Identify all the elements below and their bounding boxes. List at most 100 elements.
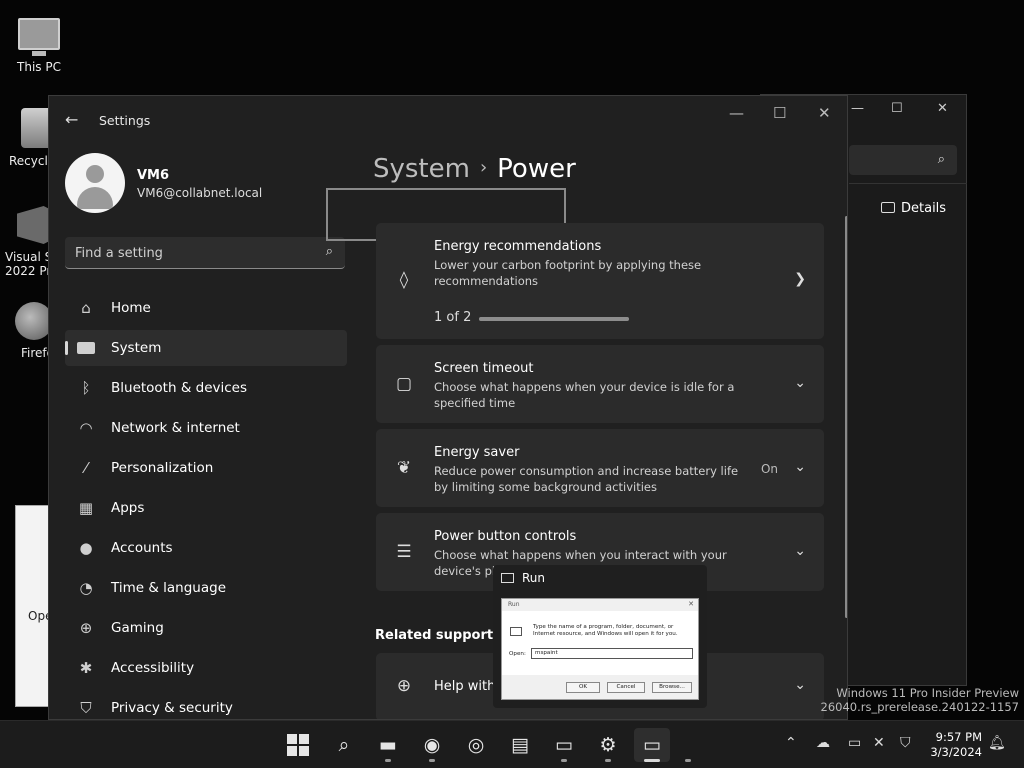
- start-button[interactable]: [280, 728, 316, 762]
- sidebar-item-apps[interactable]: ▦ Apps: [65, 490, 347, 526]
- close-icon[interactable]: ✕: [818, 104, 831, 122]
- taskbar-firefox[interactable]: ◉: [414, 728, 450, 762]
- maximize-icon[interactable]: ☐: [773, 104, 786, 122]
- sidebar-item-accounts[interactable]: ● Accounts: [65, 530, 347, 566]
- details-button[interactable]: Details: [881, 201, 946, 216]
- taskbar-settings[interactable]: ⚙: [590, 728, 626, 762]
- taskbar-file-explorer[interactable]: ▬: [370, 728, 406, 762]
- close-icon[interactable]: ✕: [937, 101, 948, 116]
- chevron-up-icon[interactable]: ⌃: [785, 735, 797, 751]
- title-bar[interactable]: ← Settings — ☐ ✕: [49, 96, 847, 144]
- monitor-icon: [18, 18, 60, 56]
- shield-icon[interactable]: ⛉: [900, 735, 911, 751]
- gamepad-icon: ⊕: [79, 619, 93, 637]
- close-icon: ✕: [688, 600, 694, 608]
- apps-icon: ▦: [78, 499, 94, 517]
- card-description: Reduce power consumption and increase ba…: [434, 464, 739, 494]
- desktop-icon-this-pc[interactable]: This PC: [1, 8, 77, 74]
- taskbar-task-manager[interactable]: ▤: [502, 728, 538, 762]
- card-title: Power button controls: [434, 529, 577, 544]
- card-title: Energy recommendations: [434, 239, 602, 254]
- sidebar-item-network[interactable]: ◠ Network & internet: [65, 410, 347, 446]
- user-name: VM6: [137, 168, 170, 183]
- taskbar-app[interactable]: ▭: [546, 728, 582, 762]
- energy-recommendations-card[interactable]: ◊ Energy recommendations Lower your carb…: [376, 223, 824, 339]
- minimize-icon[interactable]: —: [729, 104, 744, 122]
- open-input: mspaint: [531, 648, 693, 659]
- chevron-right-icon: ❯: [794, 271, 806, 287]
- avatar[interactable]: [65, 153, 125, 213]
- background-search-box[interactable]: ⌕: [849, 145, 957, 175]
- search-input[interactable]: [75, 243, 305, 263]
- sidebar-item-time-language[interactable]: ◔ Time & language: [65, 570, 347, 606]
- os-watermark: Windows 11 Pro Insider Preview 26040.rs_…: [821, 686, 1019, 714]
- display-icon[interactable]: ▭: [848, 735, 861, 751]
- background-window-left[interactable]: Ope: [15, 505, 52, 707]
- sidebar-item-label: Home: [111, 300, 151, 316]
- cancel-button: Cancel: [607, 682, 645, 693]
- energy-saver-leaf-icon: ❦: [396, 458, 412, 478]
- sidebar-item-system[interactable]: System: [65, 330, 347, 366]
- taskbar-extra[interactable]: [678, 728, 698, 762]
- person-icon: ●: [79, 539, 93, 557]
- minimize-icon[interactable]: —: [851, 101, 864, 116]
- volume-muted-icon[interactable]: ✕: [873, 735, 885, 751]
- chevron-down-icon[interactable]: ⌄: [794, 375, 806, 391]
- screen-timeout-card[interactable]: ▢ Screen timeout Choose what happens whe…: [376, 345, 824, 423]
- brush-icon: ⁄: [84, 459, 88, 477]
- chrome-icon: ◎: [467, 734, 485, 756]
- breadcrumb-parent[interactable]: System: [373, 154, 470, 184]
- sidebar-item-home[interactable]: ⌂ Home: [65, 290, 347, 326]
- app-title: Settings: [99, 113, 151, 128]
- taskbar-run[interactable]: ▭: [634, 728, 670, 762]
- status-text: On: [760, 462, 778, 476]
- firefox-icon: ◉: [423, 734, 441, 756]
- card-description: Choose what happens when your device is …: [434, 380, 735, 410]
- sidebar-item-personalization[interactable]: ⁄ Personalization: [65, 450, 347, 486]
- maximize-icon[interactable]: ☐: [891, 101, 903, 116]
- notification-bell-icon[interactable]: 🔔︎: [988, 735, 1006, 751]
- sidebar-item-label: Personalization: [111, 460, 214, 476]
- chevron-right-icon: ›: [479, 157, 488, 178]
- clock-globe-icon: ◔: [79, 579, 93, 597]
- home-icon: ⌂: [81, 299, 91, 317]
- run-dialog-thumbnail[interactable]: Run ✕ Type the name of a program, folder…: [501, 598, 699, 700]
- run-preview-header: Run: [501, 571, 545, 585]
- run-description: Type the name of a program, folder, docu…: [533, 624, 678, 637]
- cloud-offline-icon[interactable]: ☁: [816, 735, 830, 751]
- sidebar-item-label: Bluetooth & devices: [111, 380, 248, 396]
- sidebar-item-accessibility[interactable]: ✱ Accessibility: [65, 650, 347, 686]
- search-button[interactable]: ⌕: [326, 728, 362, 762]
- find-setting-box[interactable]: ⌕: [65, 237, 345, 269]
- details-pane-icon: [881, 202, 895, 213]
- system-icon: [75, 337, 97, 359]
- run-taskbar-preview[interactable]: Run Run ✕ Type the name of a program, fo…: [493, 565, 707, 708]
- back-arrow-icon[interactable]: ←: [65, 110, 78, 129]
- sidebar-item-gaming[interactable]: ⊕ Gaming: [65, 610, 347, 646]
- run-dialog-body: Type the name of a program, folder, docu…: [502, 611, 698, 675]
- progress-label: 1 of 2: [434, 310, 472, 325]
- sidebar-item-label: Privacy & security: [111, 700, 233, 716]
- breadcrumb: System › Power: [373, 154, 576, 184]
- list-settings-icon: ☰: [396, 542, 412, 562]
- chevron-down-icon[interactable]: ⌄: [794, 677, 806, 693]
- chevron-down-icon[interactable]: ⌄: [794, 459, 806, 475]
- user-email: VM6@collabnet.local: [137, 186, 263, 200]
- search-icon[interactable]: ⌕: [326, 244, 333, 259]
- windows-logo-icon: [287, 734, 309, 756]
- sidebar-item-label: Time & language: [111, 580, 227, 596]
- page-title: Power: [497, 154, 576, 184]
- sidebar-item-privacy[interactable]: ⛉ Privacy & security: [65, 690, 347, 719]
- settings-window: ← Settings — ☐ ✕ VM6 VM6@collabnet.local…: [48, 95, 848, 720]
- sidebar-item-bluetooth[interactable]: ᛒ Bluetooth & devices: [65, 370, 347, 406]
- chevron-down-icon[interactable]: ⌄: [794, 543, 806, 559]
- taskbar-chrome[interactable]: ◎: [458, 728, 494, 762]
- screen-timeout-icon: ▢: [395, 374, 413, 394]
- accessibility-icon: ✱: [79, 659, 93, 677]
- energy-saver-card[interactable]: ❦ Energy saver Reduce power consumption …: [376, 429, 824, 507]
- date: 3/3/2024: [930, 745, 982, 759]
- run-dialog-title: Run: [508, 601, 520, 608]
- clock[interactable]: 9:57 PM 3/3/2024: [930, 730, 982, 760]
- browse-button: Browse...: [652, 682, 692, 693]
- scrollbar[interactable]: [845, 216, 847, 618]
